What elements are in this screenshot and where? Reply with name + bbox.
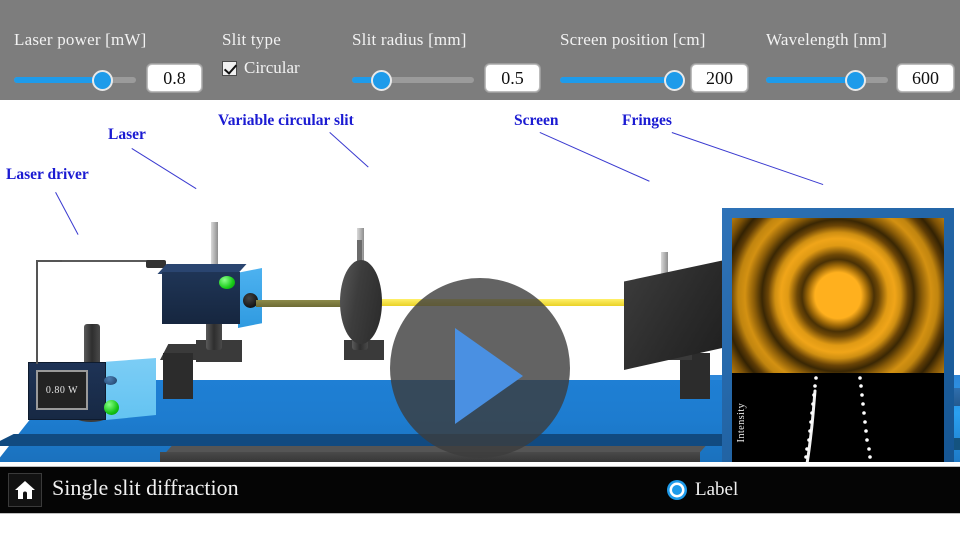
fringe-display-inner: Intensity — [732, 218, 944, 462]
variable-circular-slit-disc[interactable] — [340, 260, 382, 344]
control-slit-radius: Slit radius [mm] 0.5 — [352, 0, 552, 100]
slider-thumb[interactable] — [92, 70, 113, 91]
bench-rail — [160, 452, 700, 462]
airy-pattern-image — [732, 218, 944, 373]
label-toggle-text: Label — [695, 479, 739, 500]
simulation-app: Laser power [mW] 0.8 Slit type Circular … — [0, 0, 960, 540]
projection-screen[interactable] — [624, 258, 734, 370]
home-button[interactable] — [8, 473, 42, 507]
laser-driver-display-value: 0.80 W — [45, 384, 79, 396]
slider-thumb[interactable] — [845, 70, 866, 91]
control-laser-power: Laser power [mW] 0.8 — [14, 0, 214, 100]
control-screen-position: Screen position [cm] 200 — [560, 0, 750, 100]
intensity-curve — [804, 376, 872, 462]
wavelength-label: Wavelength [nm] — [766, 30, 888, 49]
leader-fringes — [671, 132, 824, 186]
laser-led-icon — [219, 276, 235, 289]
screen-position-value[interactable]: 200 — [691, 64, 748, 92]
control-wavelength: Wavelength [nm] 600 — [766, 0, 956, 100]
checkbox-label: Circular — [244, 58, 300, 77]
label-variable-circular-slit: Variable circular slit — [218, 112, 354, 129]
control-bar: Laser power [mW] 0.8 Slit type Circular … — [0, 0, 960, 100]
driver-knob[interactable] — [104, 376, 117, 385]
label-laser: Laser — [108, 126, 146, 143]
label-toggle[interactable] — [667, 480, 687, 500]
rail-foot-left — [163, 353, 193, 399]
simulation-scene[interactable]: 0.80 W Laser driver Laser Variable circu… — [0, 100, 960, 462]
home-icon — [15, 481, 35, 499]
slider-fill — [766, 77, 855, 83]
slider-fill — [14, 77, 102, 83]
screen-position-slider[interactable] — [560, 66, 685, 96]
page-title: Single slit diffraction — [52, 475, 239, 500]
slider-thumb[interactable] — [664, 70, 685, 91]
leader-screen — [539, 132, 650, 182]
screen-position-label: Screen position [cm] — [560, 30, 706, 49]
radio-dot-icon — [672, 485, 682, 495]
optical-table-edge — [0, 434, 780, 446]
label-fringes: Fringes — [622, 112, 672, 129]
slit-radius-slider[interactable] — [352, 66, 474, 96]
label-laser-driver: Laser driver — [6, 166, 89, 183]
wavelength-slider[interactable] — [766, 66, 888, 96]
laser-power-slider[interactable] — [14, 66, 136, 96]
leader-slit — [329, 132, 369, 168]
slit-radius-label: Slit radius [mm] — [352, 30, 467, 49]
wavelength-value[interactable]: 600 — [897, 64, 954, 92]
laser-power-label: Laser power [mW] — [14, 30, 147, 49]
fringe-display-panel: Intensity — [722, 208, 954, 462]
control-slit-type: Slit type Circular — [222, 0, 342, 100]
laser-power-value[interactable]: 0.8 — [147, 64, 202, 92]
driver-power-led-icon — [104, 400, 119, 415]
beam-before-slit — [256, 300, 352, 307]
bottom-bar: Single slit diffraction Label English — [0, 466, 960, 514]
slider-thumb[interactable] — [371, 70, 392, 91]
slit-type-label: Slit type — [222, 30, 281, 49]
play-icon[interactable] — [455, 328, 523, 424]
laser-driver-display: 0.80 W — [36, 370, 88, 410]
leader-laser — [131, 148, 197, 190]
driver-cable — [36, 260, 64, 364]
intensity-graph: Intensity — [732, 373, 944, 462]
slit-type-circular-checkbox[interactable]: Circular — [222, 58, 300, 78]
label-screen: Screen — [514, 112, 559, 129]
checkbox-icon[interactable] — [222, 60, 237, 76]
leader-laser-driver — [55, 192, 79, 235]
slit-radius-value[interactable]: 0.5 — [485, 64, 540, 92]
slider-fill — [560, 77, 674, 83]
